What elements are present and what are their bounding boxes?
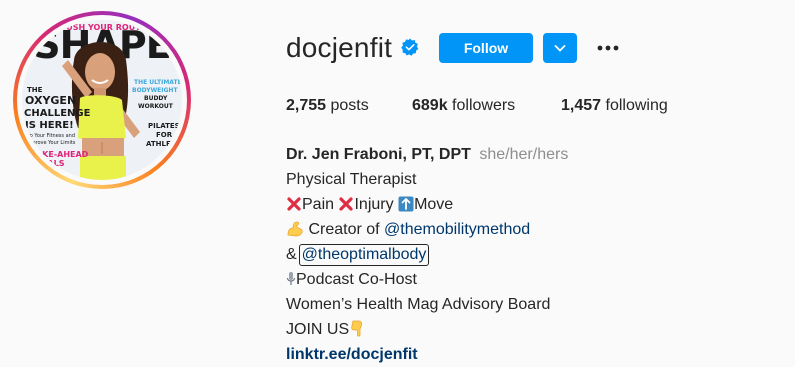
bio-podcast-line: Podcast Co-Host: [286, 267, 746, 292]
svg-text:OXYGEN: OXYGEN: [25, 94, 76, 107]
svg-text:CHALLENGE: CHALLENGE: [24, 108, 91, 119]
theoptimalbody-link[interactable]: @theoptimalbody: [298, 244, 430, 266]
svg-text:THE: THE: [27, 86, 43, 94]
bio-join: JOIN US: [286, 321, 350, 338]
svg-text:MAKE-AHEAD: MAKE-AHEAD: [28, 150, 89, 159]
bio-creator-line: Creator of @themobilitymethod: [286, 217, 746, 242]
bio-move: Move: [414, 196, 454, 213]
chevron-down-icon: [554, 45, 566, 52]
bio-podcast: Podcast Co-Host: [296, 271, 417, 288]
profile-header: SHAPE PUSH YOUR ROUTI: [0, 0, 795, 364]
themobilitymethod-link[interactable]: @themobilitymethod: [384, 221, 530, 238]
ampersand: &: [286, 246, 297, 263]
posts-stat: 2,755 posts: [286, 96, 369, 116]
suggested-accounts-button[interactable]: [543, 33, 577, 63]
posts-label: posts: [330, 97, 369, 114]
followers-link[interactable]: 689k followers: [412, 96, 515, 116]
pronouns: she/her/hers: [479, 146, 569, 163]
svg-text:PILATES: PILATES: [148, 122, 180, 130]
svg-text:WORKOUT: WORKOUT: [138, 103, 174, 110]
svg-text:Improve Your Limits: Improve Your Limits: [26, 140, 76, 146]
bio-external-link-line: linktr.ee/docjenfit: [286, 342, 746, 367]
followers-label: followers: [452, 97, 516, 114]
bio-pain: Pain: [302, 196, 335, 213]
more-options-icon: [597, 45, 619, 51]
posts-count: 2,755: [286, 97, 327, 114]
profile-bio: Dr. Jen Fraboni, PT, DPT she/her/hers Ph…: [286, 142, 746, 367]
avatar[interactable]: SHAPE PUSH YOUR ROUTI: [22, 20, 182, 180]
bio-line-pain-injury-move: Pain Injury Move: [286, 192, 746, 217]
followers-count: 689k: [412, 97, 448, 114]
creator-prefix: Creator of: [308, 221, 380, 238]
bio-injury: Injury: [354, 196, 394, 213]
svg-text:BODYWEIGHT: BODYWEIGHT: [132, 87, 178, 94]
svg-text:FOR: FOR: [156, 131, 173, 139]
bio-category: Physical Therapist: [286, 171, 417, 188]
bio-join-line: JOIN US: [286, 317, 746, 342]
more-options-button[interactable]: [592, 33, 624, 63]
following-count: 1,457: [561, 97, 602, 114]
follow-button[interactable]: Follow: [439, 33, 533, 63]
following-link[interactable]: 1,457 following: [561, 96, 668, 116]
bio-advisory: Women’s Health Mag Advisory Board: [286, 296, 551, 313]
verified-badge-icon: [401, 38, 419, 56]
bio-optimalbody-line: & @theoptimalbody: [286, 242, 746, 267]
cover-headline-top: PUSH YOUR ROUTI: [60, 23, 143, 32]
profile-username: docjenfit: [286, 32, 393, 63]
magazine-cover-image: SHAPE PUSH YOUR ROUTI: [22, 20, 182, 180]
story-ring[interactable]: SHAPE PUSH YOUR ROUTI: [13, 11, 191, 189]
svg-text:ATHLETES: ATHLETES: [146, 140, 182, 148]
external-link[interactable]: linktr.ee/docjenfit: [286, 346, 418, 363]
svg-text:MEALS: MEALS: [34, 159, 65, 168]
svg-text:Up Your Fitness and: Up Your Fitness and: [26, 133, 75, 139]
svg-text:BUDDY: BUDDY: [144, 95, 168, 102]
following-label: following: [605, 97, 668, 114]
svg-text:IS HERE!: IS HERE!: [25, 120, 74, 131]
svg-text:THE ULTIMATE: THE ULTIMATE: [134, 79, 182, 86]
full-name: Dr. Jen Fraboni, PT, DPT: [286, 146, 471, 163]
bio-name-line: Dr. Jen Fraboni, PT, DPT she/her/hers: [286, 142, 746, 167]
